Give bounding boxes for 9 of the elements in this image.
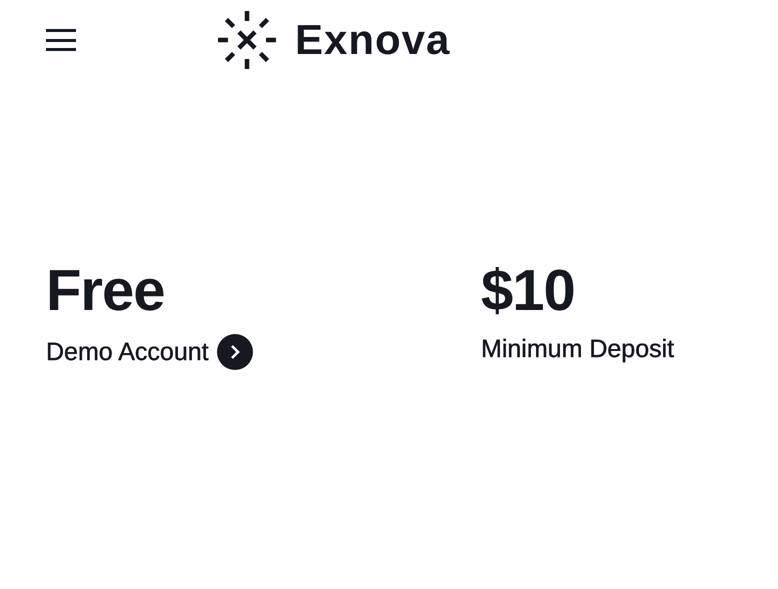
menu-button[interactable]	[46, 29, 76, 51]
brand-name: Exnova	[295, 16, 450, 64]
stat-label: Minimum Deposit	[481, 334, 674, 364]
stat-value: Free	[46, 262, 166, 320]
chevron-icon	[228, 344, 241, 360]
arrow-button[interactable]	[216, 334, 253, 370]
stat-label: Demo Account	[46, 337, 209, 367]
logo-icon	[217, 10, 277, 70]
stat-value: $10	[481, 262, 576, 320]
